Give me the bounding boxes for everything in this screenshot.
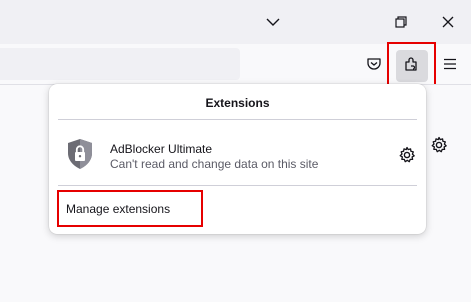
title-bar (0, 0, 471, 44)
extension-name: AdBlocker Ultimate (110, 142, 213, 156)
gear-icon (430, 136, 448, 158)
menu-icon (443, 57, 457, 75)
restore-button[interactable] (383, 6, 419, 38)
gear-icon (398, 146, 416, 168)
close-icon (442, 16, 454, 28)
url-bar[interactable] (0, 48, 240, 80)
extension-item-adblocker[interactable]: AdBlocker Ultimate Can't read and change… (58, 130, 417, 178)
extensions-button-highlight (387, 42, 436, 89)
manage-extensions-highlight (57, 190, 203, 227)
panel-title: Extensions (205, 96, 270, 110)
page-settings-button[interactable] (430, 136, 448, 159)
restore-icon (395, 16, 407, 28)
pocket-icon (366, 56, 382, 77)
chevron-down-icon (266, 17, 280, 27)
shield-lock-icon (66, 138, 94, 175)
app-menu-button[interactable] (438, 54, 462, 78)
divider (58, 119, 417, 120)
divider (58, 185, 417, 186)
close-button[interactable] (430, 6, 466, 38)
pocket-button[interactable] (362, 54, 386, 78)
extension-settings-button[interactable] (398, 146, 416, 169)
extension-permission-text: Can't read and change data on this site (110, 157, 319, 171)
list-tabs-button[interactable] (255, 6, 291, 38)
